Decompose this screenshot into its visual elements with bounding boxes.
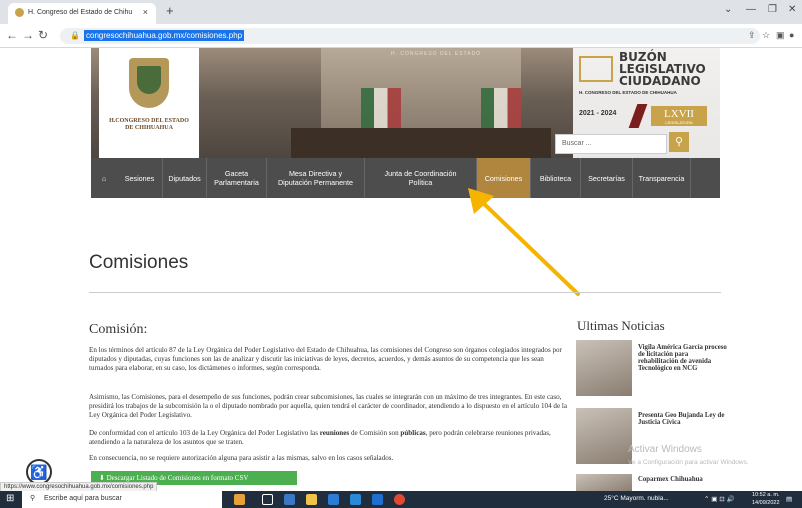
arrow-shaft <box>476 196 580 296</box>
news-headline-3[interactable]: Coparmex Chihuahua <box>638 476 728 483</box>
file-explorer-icon[interactable] <box>306 494 317 505</box>
news-thumbnail[interactable] <box>576 340 632 396</box>
edge-icon[interactable] <box>284 494 295 505</box>
menu-item-transparencia[interactable]: Transparencia <box>633 158 691 198</box>
paragraph-3-publicas: públicas <box>400 429 426 437</box>
close-tab-icon[interactable]: × <box>143 7 148 17</box>
paragraph-3-a: De conformidad con el artículo 103 de la… <box>89 429 320 437</box>
taskbar-search-label: Escribe aquí para buscar <box>44 495 122 502</box>
paragraph-4: En consecuencia, no se requiere autoriza… <box>89 454 394 462</box>
download-csv-label: Descargar Listado de Comisiones en forma… <box>106 474 249 482</box>
lock-icon[interactable]: 🔒 <box>70 31 80 40</box>
word-icon[interactable] <box>372 494 383 505</box>
logo-text: H.CONGRESO DEL ESTADO DE CHIHUAHUA <box>103 118 195 132</box>
menu-item-mesa-directiva[interactable]: Mesa Directiva y Diputación Permanente <box>267 158 365 198</box>
url-text[interactable]: congresochihuahua.gob.mx/comisiones.php <box>84 30 245 41</box>
legislature-badge: LXVII LEGISLATURA <box>651 106 707 126</box>
paragraph-2: Asimismo, las Comisiones, para el desemp… <box>89 393 567 419</box>
minimize-icon[interactable]: — <box>746 4 756 15</box>
reload-icon[interactable]: ↻ <box>38 28 48 42</box>
banner-desk <box>291 128 551 158</box>
chrome-icon[interactable] <box>394 494 405 505</box>
news-headline-2[interactable]: Presenta Geo Bujanda Ley de Justicia Cív… <box>638 412 728 426</box>
news-thumbnail[interactable] <box>576 474 632 492</box>
page-title: Comisiones <box>89 252 189 273</box>
activate-windows-title: Activar Windows <box>628 444 702 455</box>
browser-toolbar: ← → ↻ 🔒 congresochihuahua.gob.mx/comisio… <box>0 24 802 48</box>
new-tab-button[interactable]: + <box>166 3 174 18</box>
activate-windows-subtitle: Ve a Configuración para activar Windows. <box>628 459 749 466</box>
envelope-icon <box>579 56 613 82</box>
coat-of-arms-icon <box>129 58 169 108</box>
logo-text-line1: H.CONGRESO DEL ESTADO <box>109 118 189 124</box>
back-icon[interactable]: ← <box>6 28 18 42</box>
main-menu: ⌂ Sesiones Diputados Gaceta Parlamentari… <box>91 158 720 198</box>
paragraph-3-c: de Comisión son <box>349 429 401 437</box>
buzon-title-3: CIUDADANO <box>619 74 701 88</box>
store-icon[interactable] <box>328 494 339 505</box>
forward-icon[interactable]: → <box>22 28 34 42</box>
windows-taskbar: ⊞ ⚲ Escribe aquí para buscar 25°C Mayorm… <box>0 491 802 508</box>
news-widget-icon[interactable] <box>234 494 245 505</box>
task-view-icon[interactable] <box>262 494 273 505</box>
notifications-icon[interactable]: ▤ <box>786 495 792 503</box>
paragraph-3: De conformidad con el artículo 103 de la… <box>89 429 567 447</box>
weather-text[interactable]: 25°C Mayorm. nubla... <box>604 495 669 502</box>
section-title: Comisión: <box>89 322 148 337</box>
tab-title: H. Congreso del Estado de Chihu <box>28 9 133 16</box>
site-search-input[interactable]: Buscar ... <box>555 134 667 154</box>
menu-item-gaceta[interactable]: Gaceta Parlamentaria <box>207 158 267 198</box>
paragraph-3-reuniones: reuniones <box>319 429 350 437</box>
news-thumbnail[interactable] <box>576 408 632 464</box>
decorative-slash <box>628 104 648 128</box>
news-title: Ultimas Noticias <box>577 318 665 333</box>
address-bar[interactable]: 🔒 congresochihuahua.gob.mx/comisiones.ph… <box>60 28 760 44</box>
download-icon: ⬇ <box>99 474 107 482</box>
legislature-label: LEGISLATURA <box>665 120 693 125</box>
logo-text-line2: DE CHIHUAHUA <box>125 125 173 132</box>
banner-frieze-text: H. CONGRESO DEL ESTADO <box>391 51 482 57</box>
restore-icon[interactable]: ❐ <box>768 4 777 15</box>
mail-icon[interactable] <box>350 494 361 505</box>
close-window-icon[interactable]: ✕ <box>788 4 796 15</box>
clock-date[interactable]: 14/09/2022 <box>752 500 780 506</box>
home-icon[interactable]: ⌂ <box>91 158 117 198</box>
search-icon: ⚲ <box>30 495 36 502</box>
windows-start-icon[interactable]: ⊞ <box>6 493 14 504</box>
news-headline-1[interactable]: Vigila América García proceso de licitac… <box>638 344 728 372</box>
search-icon[interactable]: ⚲ <box>669 132 689 152</box>
site-favicon-icon <box>15 8 24 17</box>
annotation-arrow <box>468 188 580 296</box>
buzon-subtitle: H. CONGRESO DEL ESTADO DE CHIHUAHUA <box>579 90 677 95</box>
paragraph-1: En los términos del artículo 87 de la Le… <box>89 346 562 372</box>
menu-item-diputados[interactable]: Diputados <box>163 158 207 198</box>
clock-time[interactable]: 10:52 a. m. <box>752 492 780 498</box>
buzon-title: BUZÓN LEGISLATIVO CIUDADANO <box>619 51 706 87</box>
bookmark-star-icon[interactable]: ☆ <box>762 30 770 41</box>
divider <box>89 292 721 293</box>
share-icon[interactable]: ⇪ <box>748 30 756 41</box>
side-panel-icon[interactable]: ▣ <box>776 30 785 41</box>
browser-tab-bar: H. Congreso del Estado de Chihu × + ⌄ — … <box>0 0 802 24</box>
header-banner: H. CONGRESO DEL ESTADO H.CONGRESO DEL ES… <box>91 48 720 158</box>
tab-search-chevron-icon[interactable]: ⌄ <box>724 4 732 15</box>
browser-tab[interactable]: H. Congreso del Estado de Chihu × <box>8 3 156 24</box>
taskbar-search[interactable]: ⚲ Escribe aquí para buscar <box>22 491 222 508</box>
congress-logo[interactable]: H.CONGRESO DEL ESTADO DE CHIHUAHUA <box>99 48 199 158</box>
profile-icon[interactable]: ● <box>789 30 794 40</box>
system-tray-icons[interactable]: ⌃ ▣ ⊡ 🔊 <box>704 495 735 503</box>
legislature-years: 2021 - 2024 <box>579 110 617 117</box>
legislature-number: LXVII <box>664 108 694 120</box>
menu-item-sesiones[interactable]: Sesiones <box>117 158 163 198</box>
